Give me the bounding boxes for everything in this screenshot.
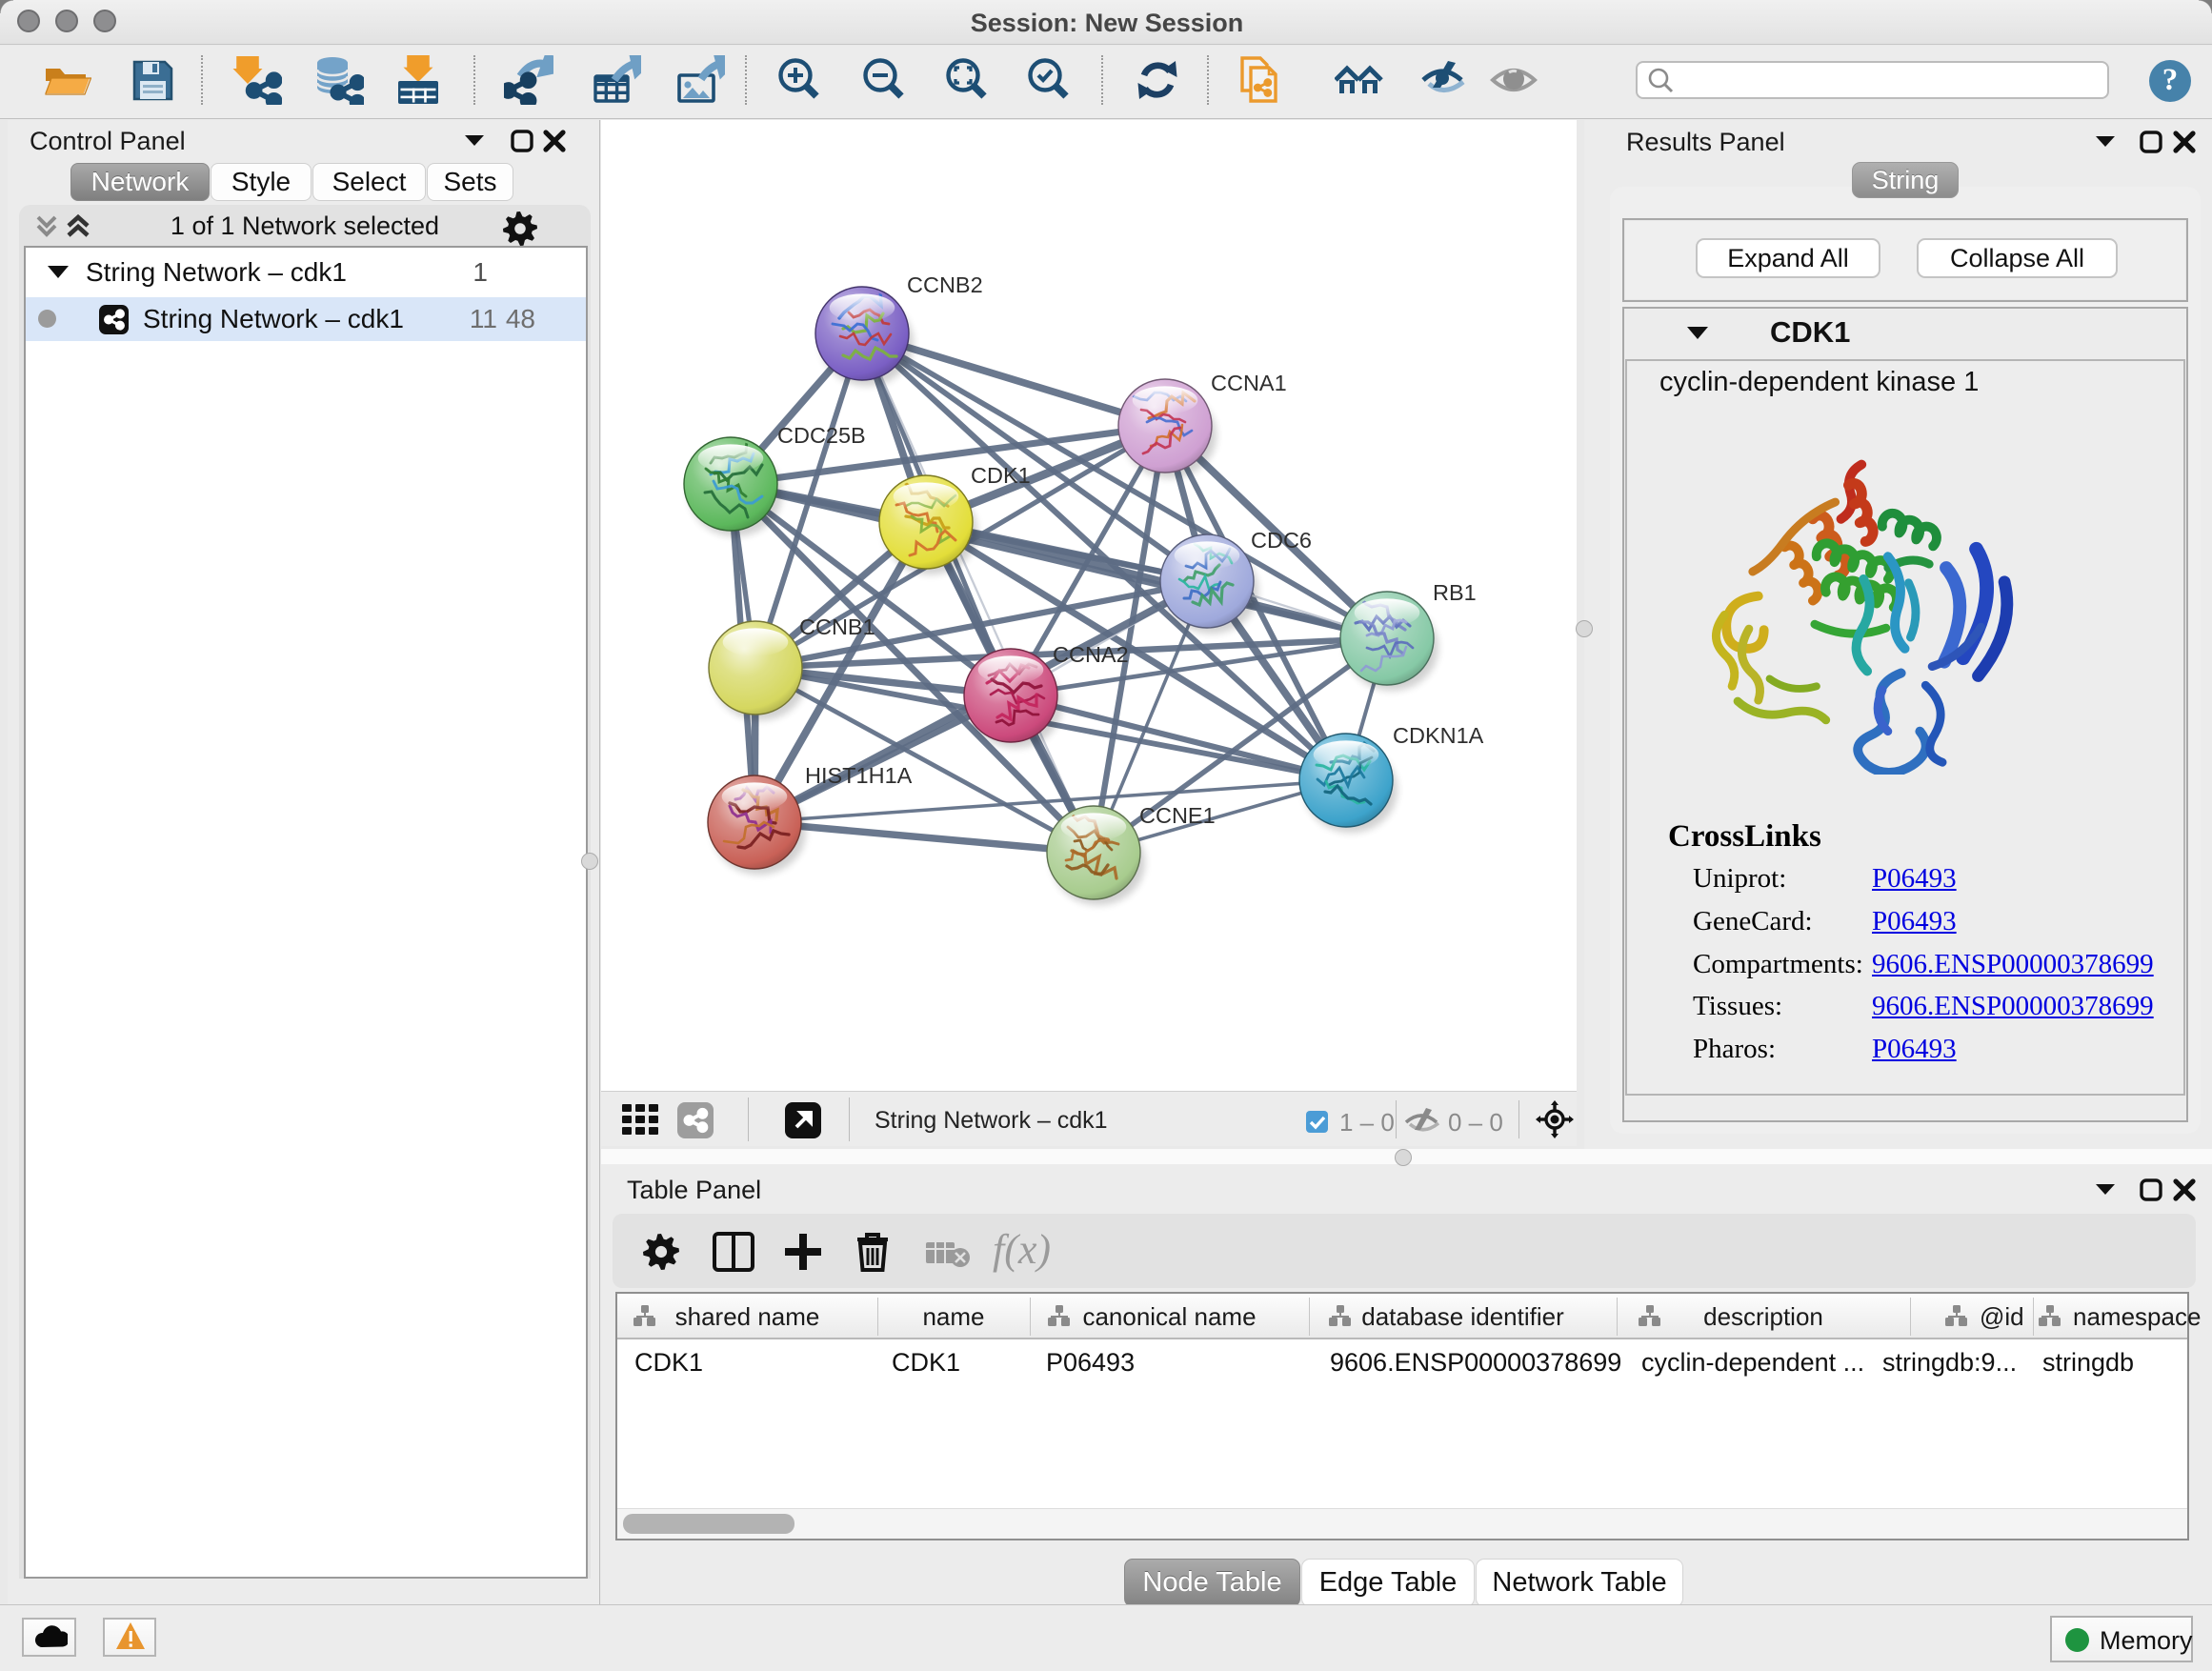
- svg-text:CCNE1: CCNE1: [1139, 803, 1216, 828]
- svg-text:CCNA1: CCNA1: [1211, 371, 1287, 395]
- svg-text:CDC6: CDC6: [1251, 528, 1312, 553]
- svg-text:CDC25B: CDC25B: [777, 423, 866, 448]
- svg-text:CDK1: CDK1: [971, 463, 1031, 488]
- svg-text:CCNB1: CCNB1: [799, 614, 875, 639]
- svg-text:RB1: RB1: [1433, 580, 1477, 605]
- svg-text:CDKN1A: CDKN1A: [1393, 723, 1484, 748]
- svg-text:CCNA2: CCNA2: [1053, 642, 1129, 667]
- svg-text:HIST1H1A: HIST1H1A: [805, 763, 913, 788]
- svg-text:CCNB2: CCNB2: [907, 272, 983, 297]
